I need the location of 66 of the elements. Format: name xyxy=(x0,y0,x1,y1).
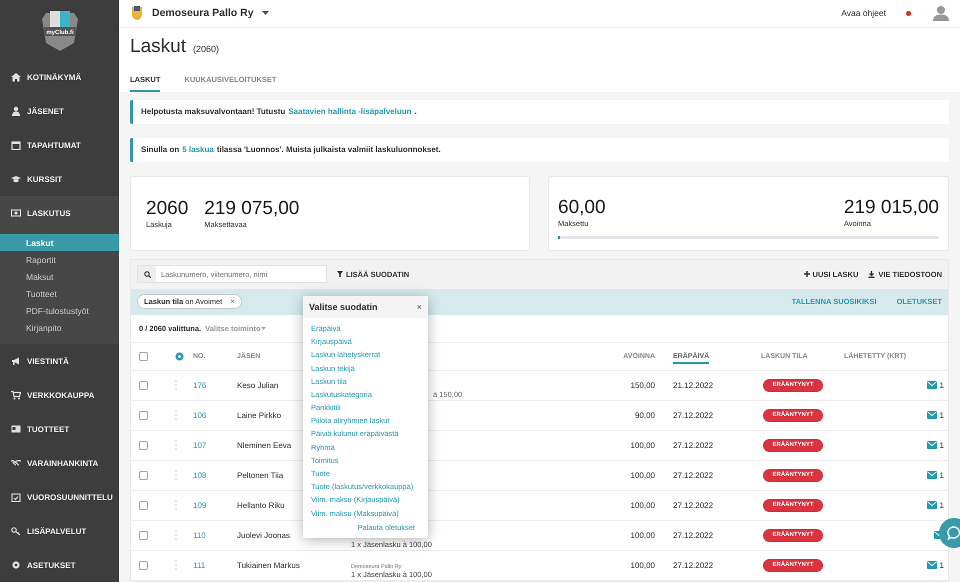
alert-message: Sinulla on 5 laskua tilassa 'Luonnos'. Muista julkaista valmiit laskuluonnokset. xyxy=(130,138,949,162)
table-cell: 100,00 xyxy=(630,500,655,510)
invoice-number-link[interactable]: 107 xyxy=(193,440,206,450)
nav-subitem[interactable]: Tuotteet xyxy=(0,285,119,302)
table-cell: 27.12.2022 xyxy=(673,500,714,510)
table-cell: 27.12.2022 xyxy=(673,530,714,540)
alert-message: Helpotusta maksuvalvontaan! Tutustu Saatavien hallinta -lisäpalveluun . xyxy=(130,100,949,124)
table-cell: 27.12.2022 xyxy=(673,410,714,420)
club-name[interactable]: Demoseura Pallo Ry xyxy=(152,7,254,20)
nav-subitem[interactable]: Raportit xyxy=(0,251,119,268)
table-cell: 150,00 xyxy=(630,380,655,390)
table-cell: Hellanto Riku xyxy=(237,500,285,510)
stat-value: 219 075,00 xyxy=(204,198,300,220)
nav-item[interactable]: JÄSENET xyxy=(0,94,119,128)
table-cell: Nleminen Eeva xyxy=(237,440,292,450)
nav-item[interactable]: TAPAHTUMAT xyxy=(0,128,119,162)
nav-subitem[interactable]: Maksut xyxy=(0,268,119,285)
invoice-number-link[interactable]: 109 xyxy=(193,500,206,510)
table-cell: Laine Pirkko xyxy=(237,410,282,420)
table-cell: 1 xyxy=(940,500,944,510)
nav-item[interactable]: VUOROSUUNNITTELU xyxy=(0,480,119,514)
nav-item[interactable]: KOTINÄKYMÄ xyxy=(0,60,119,94)
remove-filter-button[interactable]: × xyxy=(230,297,235,306)
table-cell: 90,00 xyxy=(634,410,655,420)
table-cell: Peltonen Tiia xyxy=(237,470,284,480)
stat-value: 60,00 xyxy=(558,196,606,219)
invoice-number-link[interactable]: 106 xyxy=(193,410,206,420)
nav-item[interactable]: LISÄPALVELUT xyxy=(0,514,119,548)
help-link[interactable]: Avaa ohjeet xyxy=(841,8,886,18)
nav-item[interactable]: ASETUKSET xyxy=(0,548,119,582)
stat-value: 219 015,00 xyxy=(844,196,939,219)
stat-value: 2060 xyxy=(146,198,188,220)
nav-subitem[interactable]: PDF-tulostustyöt xyxy=(0,302,119,319)
table-cell: 100,00 xyxy=(630,440,655,450)
nav-item[interactable]: TUOTTEET xyxy=(0,412,119,446)
invoice-number-link[interactable]: 176 xyxy=(193,380,206,390)
page-count: (2060) xyxy=(192,44,219,54)
popup-title: Valitse suodatin xyxy=(309,302,378,312)
table-cell: 100,00 xyxy=(630,470,655,480)
close-button[interactable]: × xyxy=(416,302,422,312)
nav-subitem[interactable]: Laskut xyxy=(0,234,119,251)
table-cell: Keso Julian xyxy=(237,380,278,390)
table-cell: 1 xyxy=(940,440,944,450)
table-cell: 27.12.2022 xyxy=(673,560,714,570)
nav-item[interactable]: VIESTINTÄ xyxy=(0,344,119,378)
table-cell: 100,00 xyxy=(630,530,655,540)
nav-item[interactable]: VARAINHANKINTA xyxy=(0,446,119,480)
invoice-number-link[interactable]: 111 xyxy=(193,560,206,570)
page-title: Laskut xyxy=(130,36,186,58)
table-cell: 21.12.2022 xyxy=(673,380,714,390)
invoice-number-link[interactable]: 110 xyxy=(193,530,206,540)
alert-link[interactable]: 5 laskua xyxy=(182,145,214,154)
table-cell: Tukiainen Markus xyxy=(237,560,300,570)
table-cell: 1 xyxy=(940,380,944,390)
table-cell: 1 xyxy=(940,410,944,420)
table-cell: Juolevi Joonas xyxy=(237,530,290,540)
table-cell: 27.12.2022 xyxy=(673,440,714,450)
nav-item[interactable]: KURSSIT xyxy=(0,162,119,196)
invoice-number-link[interactable]: 108 xyxy=(193,470,206,480)
table-cell: 1 xyxy=(940,560,944,570)
table-cell: 27.12.2022 xyxy=(673,470,714,480)
alert-link[interactable]: Saatavien hallinta -lisäpalveluun xyxy=(288,107,412,116)
table-cell: 100,00 xyxy=(630,560,655,570)
nav-subitem[interactable]: Kirjanpito xyxy=(0,319,119,336)
table-cell: 1 xyxy=(940,470,944,480)
nav-item[interactable]: VERKKOKAUPPA xyxy=(0,378,119,412)
